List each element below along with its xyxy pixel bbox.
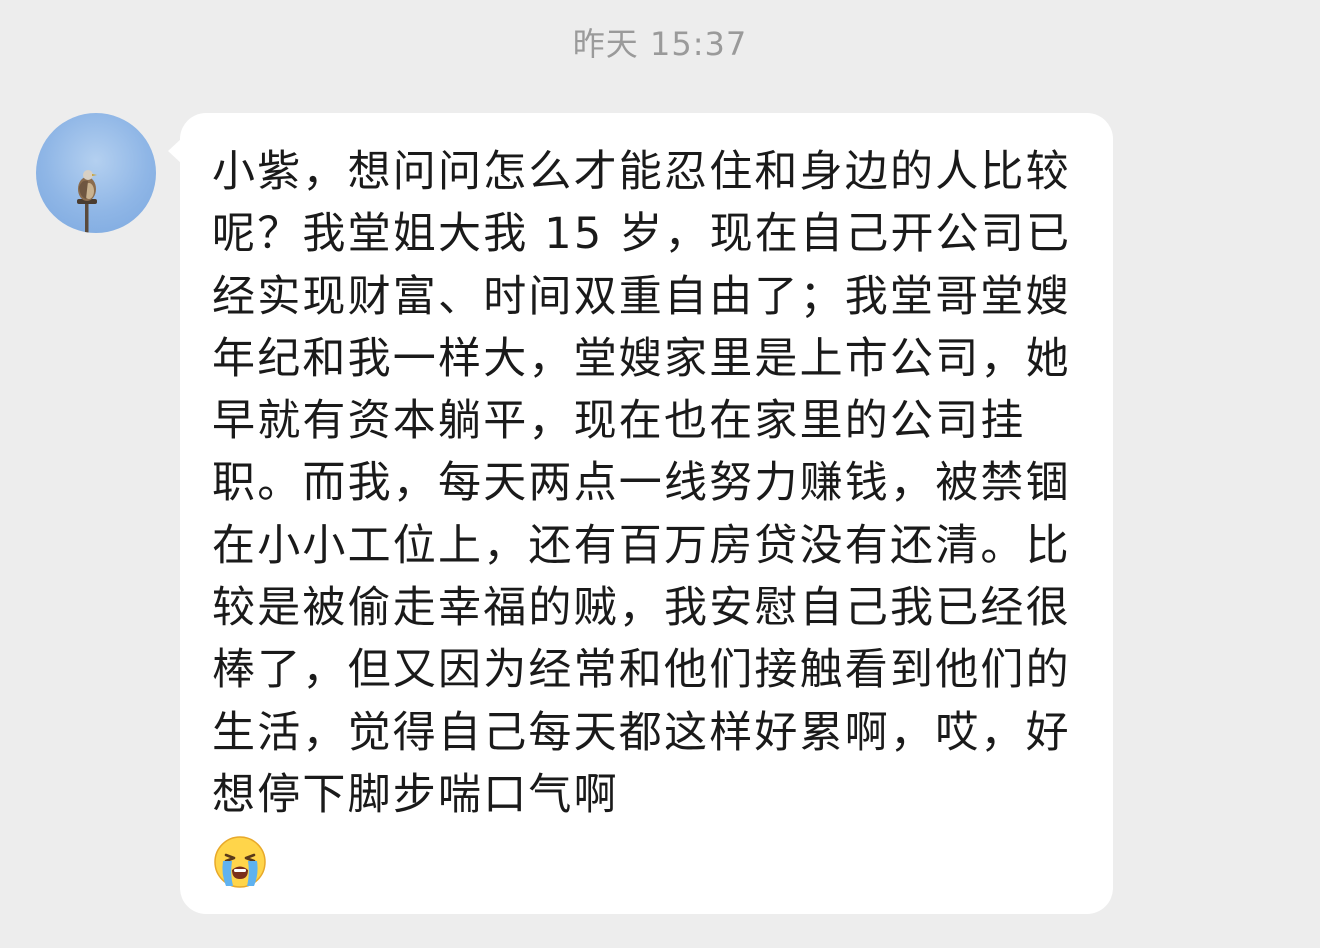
message-text: 小紫，想问问怎么才能忍住和身边的人比较呢？我堂姐大我 15 岁，现在自己开公司已… (212, 147, 1072, 820)
sender-avatar[interactable] (36, 113, 156, 233)
seagull-on-post-icon (77, 170, 97, 233)
message-timestamp: 昨天 15:37 (572, 25, 748, 63)
crying-face-emoji-icon (212, 834, 268, 890)
message-bubble[interactable]: 小紫，想问问怎么才能忍住和身边的人比较呢？我堂姐大我 15 岁，现在自己开公司已… (180, 113, 1113, 914)
